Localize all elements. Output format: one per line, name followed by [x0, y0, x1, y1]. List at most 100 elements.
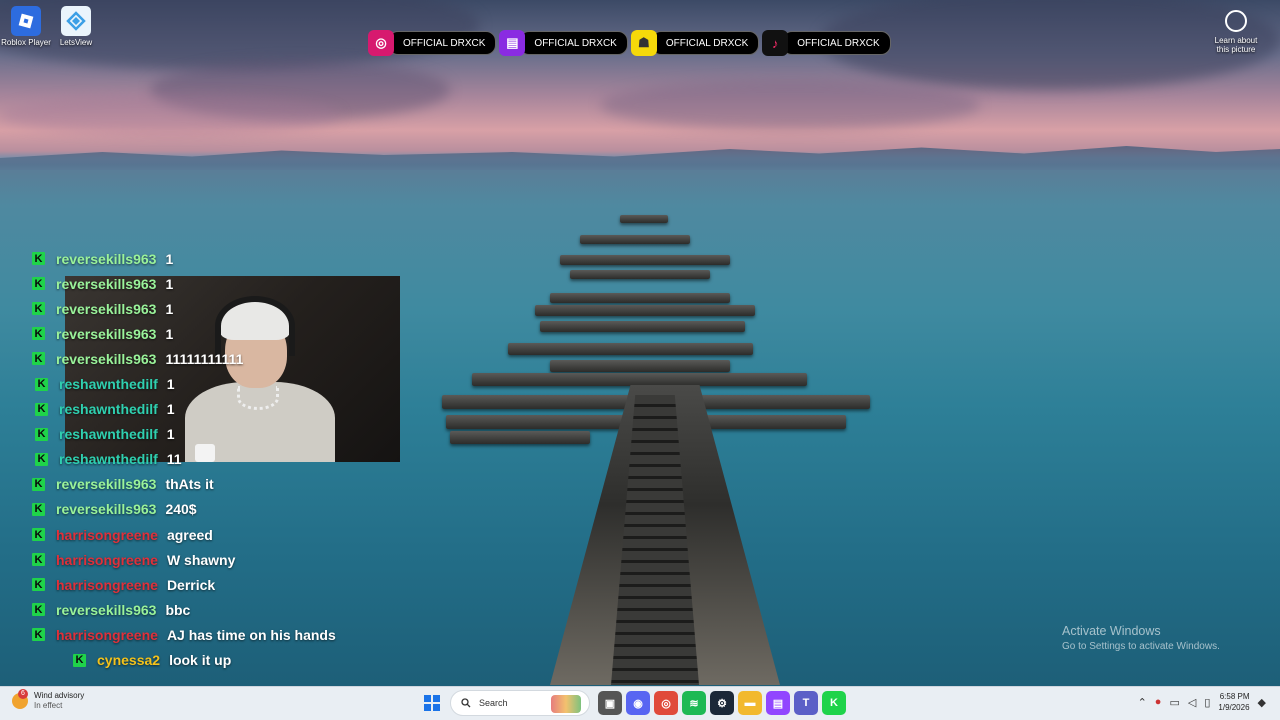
twitch-icon: ▤	[499, 30, 526, 56]
learn-about-line2: this picture	[1216, 45, 1256, 54]
clock-time: 6:58 PM	[1219, 692, 1250, 701]
chat-username[interactable]: reversekills963	[56, 326, 156, 342]
roblox-icon	[11, 6, 41, 36]
camera-icon	[1225, 10, 1247, 32]
learn-about-picture[interactable]: Learn about this picture	[1206, 8, 1266, 54]
chat-username[interactable]: reversekills963	[56, 276, 156, 292]
chat-message: Kreversekills963 1	[0, 321, 420, 346]
search-placeholder: Search	[479, 698, 508, 708]
chat-message: Kharrisongreene agreed	[0, 522, 420, 547]
tiktok-icon: ♪	[762, 30, 789, 56]
kick-badge-icon: K	[32, 628, 45, 642]
folder-icon[interactable]: ▬	[738, 691, 762, 715]
kick-badge-icon: K	[35, 452, 48, 466]
volume-icon[interactable]: ◁	[1188, 696, 1196, 709]
kick-badge-icon: K	[32, 277, 45, 291]
desktop-icon-letsview[interactable]: LetsView	[50, 0, 102, 47]
chat-username[interactable]: reversekills963	[56, 301, 156, 317]
chat-message: Kcynessa2 look it up	[0, 648, 420, 673]
kick-badge-icon: K	[32, 553, 45, 567]
discord-icon[interactable]: ◉	[626, 691, 650, 715]
microphone-icon[interactable]: ●	[1155, 696, 1162, 708]
chat-username[interactable]: reshawnthedilf	[59, 401, 158, 417]
instagram-icon: ◎	[368, 30, 394, 56]
chat-text: bbc	[165, 601, 191, 618]
twitch-icon[interactable]: ▤	[766, 691, 790, 715]
chat-text: 11	[166, 451, 182, 468]
chat-username[interactable]: harrisongreene	[56, 627, 158, 643]
letsview-icon	[61, 6, 91, 36]
search-highlight-icon	[551, 695, 581, 713]
weather-widget[interactable]: 6 Wind advisory In effect	[12, 689, 84, 711]
activate-windows-subtitle: Go to Settings to activate Windows.	[1062, 641, 1220, 652]
chat-username[interactable]: harrisongreene	[56, 552, 158, 568]
battery-icon[interactable]: ▯	[1204, 696, 1210, 709]
social-handle-tiktok: ♪ OFFICIAL DRXCK	[762, 30, 891, 56]
taskbar-search[interactable]: Search	[450, 690, 590, 716]
search-icon	[461, 698, 471, 708]
chat-username[interactable]: harrisongreene	[56, 527, 158, 543]
weather-badge: 6	[18, 689, 28, 699]
chrome-icon[interactable]: ◎	[654, 691, 678, 715]
teams-icon[interactable]: T	[794, 691, 818, 715]
clock[interactable]: 6:58 PM 1/9/2026	[1218, 691, 1249, 713]
network-icon[interactable]: ▭	[1169, 696, 1179, 709]
kick-badge-icon: K	[73, 653, 86, 667]
chat-text: 1	[166, 376, 175, 393]
chat-text: thAts it	[165, 476, 214, 493]
chat-text: 1	[165, 325, 174, 342]
chat-text: 1	[165, 250, 174, 267]
chat-username[interactable]: reversekills963	[56, 476, 156, 492]
snapchat-icon: ☗	[630, 30, 657, 56]
chat-message: Kreshawnthedilf 11	[0, 447, 420, 472]
chat-text: Derrick	[166, 576, 216, 593]
chat-username[interactable]: reversekills963	[56, 602, 156, 618]
kick-badge-icon: K	[35, 402, 48, 416]
social-handle-label: OFFICIAL DRXCK	[519, 31, 628, 55]
chat-username[interactable]: cynessa2	[97, 652, 160, 668]
chat-username[interactable]: reshawnthedilf	[59, 376, 158, 392]
chat-username[interactable]: reversekills963	[56, 251, 156, 267]
chat-message: Kreversekills963 1	[0, 296, 420, 321]
kick-icon[interactable]: K	[822, 691, 846, 715]
taskbar: 6 Wind advisory In effect Search ▣ ◉ ◎ ≋ ⚙ ▬ ▤…	[0, 686, 1280, 720]
kick-badge-icon: K	[32, 352, 45, 366]
file-explorer-icon[interactable]: ▣	[598, 691, 622, 715]
social-handles-overlay: ◎ OFFICIAL DRXCK ▤ OFFICIAL DRXCK ☗ OFFI…	[368, 29, 891, 57]
spotify-icon[interactable]: ≋	[682, 691, 706, 715]
chat-text: 1	[166, 426, 175, 443]
steam-icon[interactable]: ⚙	[710, 691, 734, 715]
chat-message: Kreshawnthedilf 1	[0, 397, 420, 422]
kick-badge-icon: K	[32, 528, 45, 542]
chat-message: Kreversekills963 bbc	[0, 597, 420, 622]
learn-about-line1: Learn about	[1214, 36, 1258, 45]
kick-badge-icon: K	[32, 252, 45, 266]
chat-username[interactable]: reversekills963	[56, 351, 156, 367]
kick-badge-icon: K	[35, 427, 48, 441]
social-handle-twitch: ▤ OFFICIAL DRXCK	[499, 30, 628, 56]
chat-username[interactable]: reshawnthedilf	[59, 451, 158, 467]
chat-text: AJ has time on his hands	[166, 626, 336, 643]
chat-message: Kharrisongreene W shawny	[0, 547, 420, 572]
desktop-icon-label: LetsView	[59, 38, 93, 47]
activate-windows-watermark: Activate Windows Go to Settings to activ…	[1062, 624, 1220, 652]
weather-alert-icon: 6	[12, 689, 28, 709]
system-tray: ⌃ ● ▭ ◁ ▯ 6:58 PM 1/9/2026 ◆	[1138, 691, 1266, 713]
chat-message: Kreversekills963 1	[0, 246, 420, 271]
desktop-icon-roblox[interactable]: Roblox Player	[0, 0, 52, 47]
chevron-up-icon[interactable]: ⌃	[1138, 696, 1147, 709]
chat-text: 1	[165, 300, 174, 317]
chat-username[interactable]: harrisongreene	[56, 577, 158, 593]
social-handle-instagram: ◎ OFFICIAL DRXCK	[368, 30, 497, 56]
chat-username[interactable]: reversekills963	[56, 501, 156, 517]
kick-badge-icon: K	[32, 603, 45, 617]
chat-username[interactable]: reshawnthedilf	[59, 426, 158, 442]
kick-badge-icon: K	[32, 502, 45, 516]
notification-bell-icon[interactable]: ◆	[1258, 696, 1266, 709]
chat-message: Kreshawnthedilf 1	[0, 422, 420, 447]
activate-windows-title: Activate Windows	[1062, 624, 1161, 638]
social-handle-snapchat: ☗ OFFICIAL DRXCK	[630, 30, 760, 56]
kick-badge-icon: K	[32, 327, 45, 341]
start-button[interactable]	[420, 691, 444, 715]
kick-badge-icon: K	[32, 578, 45, 592]
